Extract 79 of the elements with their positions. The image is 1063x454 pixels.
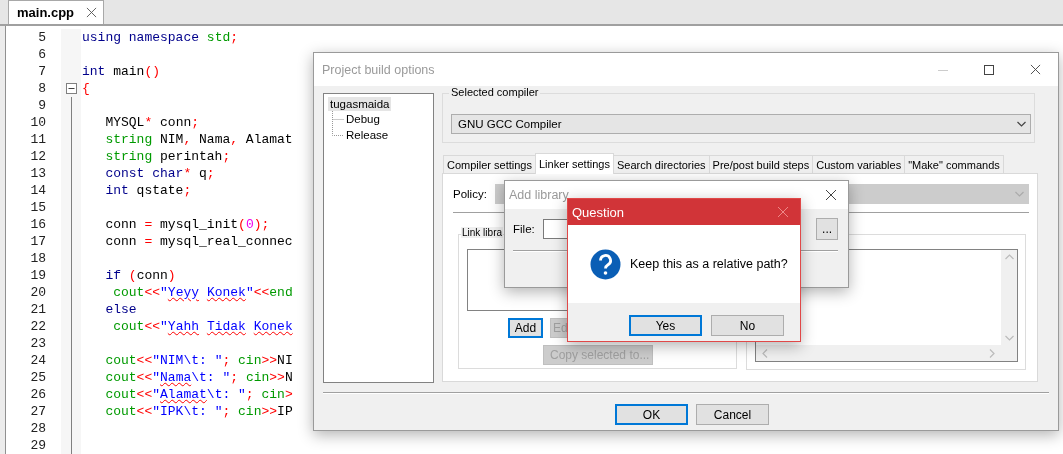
line-number: 19 [29,268,47,283]
line-number: 26 [29,387,47,402]
line-number: 22 [29,319,47,334]
line-number: 28 [29,421,47,436]
chevron-icon[interactable] [1017,121,1026,127]
tab[interactable]: Linker settings [535,153,614,174]
code-line: { [81,81,90,96]
line-number: 27 [29,404,47,419]
window-title: Add library [508,188,570,202]
policy-label: Policy: [453,187,487,200]
line-number: 9 [37,98,47,113]
line-number: 20 [29,285,47,300]
code-line: cout<<"Alamat\t: "; cin> [104,387,293,402]
code-line: cout<<"Nama\t: "; cin>>N [104,370,293,385]
scroll-right-icon[interactable] [989,348,995,358]
tree-item[interactable]: tugasmaida [328,97,392,111]
code-line: MYSQL* conn; [104,115,200,130]
group-label: Selected compiler [449,86,541,98]
code-line: const char* q; [104,166,215,181]
code-line: if (conn) [104,268,176,283]
question-icon [590,248,621,280]
line-number: 23 [29,336,47,351]
tab[interactable]: Compiler settings [443,155,536,173]
code-line: string NIM, Nama, Alamat [104,132,293,147]
scroll-up-icon[interactable] [1004,254,1014,260]
maximize-icon[interactable] [984,64,994,75]
dialog-button[interactable]: Cancel [696,404,769,425]
dialog-button[interactable]: Yes [629,315,702,336]
line-number: 25 [29,370,47,385]
code-line: cout<<"IPK\t: "; cin>>IP [104,404,293,419]
tree-item[interactable]: Release [344,128,391,142]
close-icon[interactable] [1029,64,1041,75]
code-line: else [104,302,137,317]
group-label: Link libra [461,227,504,238]
line-number: 24 [29,353,47,368]
scroll-down-icon[interactable] [1004,335,1014,341]
code-line: conn = mysql_init(0); [104,217,270,232]
compiler-dropdown[interactable]: GNU GCC Compiler [451,114,1031,134]
code-line: int qstate; [104,183,192,198]
tab[interactable]: "Make" commands [904,155,1004,173]
horizontal-scrollbar[interactable] [756,345,1017,361]
line-number: 17 [29,234,47,249]
window-title: Project build options [321,62,436,77]
file-tab[interactable]: main.cpp [8,0,105,24]
window-title: Question [571,204,626,220]
line-number: 21 [29,302,47,317]
code-line: using namespace std; [81,30,239,45]
code-line: cout<<"Yahh Tidak Konek [112,319,293,334]
code-line: int main() [81,64,161,79]
line-number: 13 [29,166,47,181]
line-number: 11 [29,132,47,147]
tab[interactable]: Pre/post build steps [708,155,814,173]
question-message: Keep this as a relative path? [630,257,788,271]
line-number: 29 [29,438,47,453]
close-icon[interactable] [825,189,837,201]
browse-button[interactable]: ... [816,218,838,240]
line-number: 7 [37,64,47,79]
dialog-button[interactable]: No [711,315,784,336]
tree-item[interactable]: Debug [344,112,382,126]
line-number: 18 [29,251,47,266]
dialog-button[interactable]: OK [615,404,688,425]
line-number: 14 [29,183,47,198]
line-number: 6 [37,47,47,62]
line-number: 16 [29,217,47,232]
line-number: 12 [29,149,47,164]
code-line: string perintah; [104,149,231,164]
code-line: cout<<"NIM\t: "; cin>>NI [104,353,293,368]
file-label: File: [513,223,535,235]
close-icon[interactable] [86,7,98,18]
line-number: 15 [29,200,47,215]
line-number: 8 [37,81,47,96]
scroll-left-icon[interactable] [762,348,768,358]
code-line: cout<<"Yeyy Konek"<<end [112,285,293,300]
code-line: conn = mysql_real_connec [104,234,293,249]
vertical-scrollbar[interactable] [1001,250,1017,345]
line-number: 10 [29,115,47,130]
collapse-icon[interactable] [65,83,77,94]
line-number: 5 [37,30,47,45]
library-button[interactable]: Add [508,318,543,338]
